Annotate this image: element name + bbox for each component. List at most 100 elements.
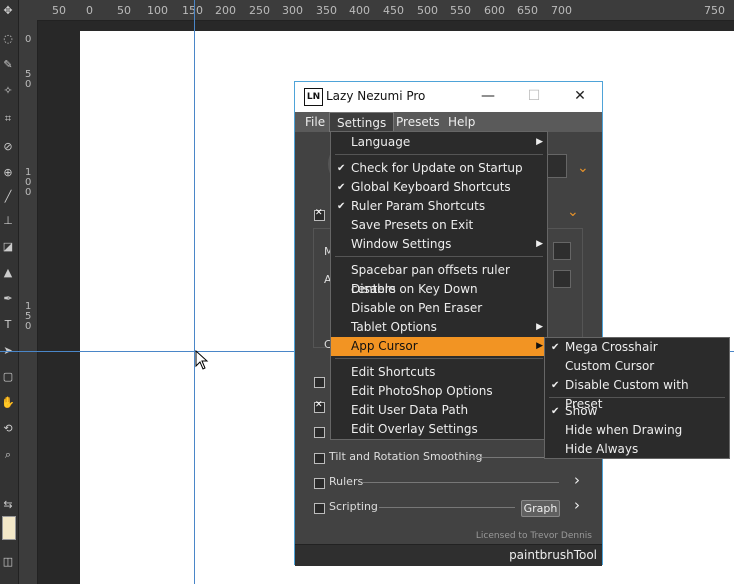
horizontal-ruler: 50 0 50 100 150 200 250 300 350 400 450 … <box>37 0 734 21</box>
submenu-item-mega-crosshair[interactable]: ✔ Mega Crosshair <box>545 338 729 357</box>
menu-item-edit-photoshop[interactable]: Edit PhotoShop Options <box>331 382 547 401</box>
hruler-label: 450 <box>383 4 404 17</box>
rotate-view-icon[interactable]: ⟲ <box>1 422 15 436</box>
menu-item-edit-overlay[interactable]: Edit Overlay Settings <box>331 420 547 439</box>
gradient-icon[interactable]: ▲ <box>1 266 15 280</box>
hruler-label: 50 <box>52 4 66 17</box>
quick-select-icon[interactable]: ✎ <box>1 58 15 72</box>
quick-mask-icon[interactable]: ◫ <box>1 555 15 569</box>
menu-item-spacebar-pan[interactable]: Spacebar pan offsets ruler centers <box>331 261 547 296</box>
checkmark-icon: ✔ <box>337 163 346 174</box>
eyedropper-icon[interactable]: ⊘ <box>1 140 15 154</box>
menu-separator <box>335 256 543 257</box>
param-spinner[interactable] <box>553 270 571 288</box>
hruler-label: 750 <box>704 4 725 17</box>
option-checkbox[interactable] <box>314 400 325 413</box>
scripting-expand-icon[interactable]: › <box>574 496 580 514</box>
app-cursor-submenu: ✔ Mega Crosshair Custom Cursor ✔ Disable C… <box>544 337 730 459</box>
rulers-label: Rulers <box>329 475 364 488</box>
close-button[interactable]: ✕ <box>560 85 600 107</box>
menu-item-save-presets[interactable]: Save Presets on Exit <box>331 216 547 235</box>
status-text: paintbrushTool <box>509 548 597 562</box>
checkmark-icon: ✔ <box>551 342 560 353</box>
vruler-label: 0 <box>25 34 32 45</box>
type-tool-icon[interactable]: T <box>1 318 15 332</box>
zoom-tool-icon[interactable]: ⌕ <box>1 448 15 462</box>
menu-item-global-shortcuts[interactable]: ✔ Global Keyboard Shortcuts <box>331 178 547 197</box>
license-text: Licensed to Trevor Dennis <box>475 531 592 541</box>
submenu-arrow-icon: ▶ <box>536 137 543 147</box>
menu-item-edit-shortcuts[interactable]: Edit Shortcuts <box>331 363 547 382</box>
brush-tool-icon[interactable]: ╱ <box>1 190 15 204</box>
app-logo-icon: LN <box>304 88 323 106</box>
submenu-item-custom-cursor[interactable]: Custom Cursor <box>545 357 729 376</box>
submenu-arrow-icon: ▶ <box>536 322 543 332</box>
submenu-item-hide-always[interactable]: Hide Always <box>545 440 729 459</box>
menu-item-ruler-shortcuts[interactable]: ✔ Ruler Param Shortcuts <box>331 197 547 216</box>
menu-item-language[interactable]: Language ▶ <box>331 133 547 152</box>
healing-icon[interactable]: ⊕ <box>1 166 15 180</box>
menu-item-window-settings[interactable]: Window Settings ▶ <box>331 235 547 254</box>
menu-item-app-cursor[interactable]: App Cursor ▶ <box>331 337 547 356</box>
hruler-label: 50 <box>117 4 131 17</box>
menu-presets[interactable]: Presets <box>389 112 447 132</box>
menu-item-disable-eraser[interactable]: Disable on Pen Eraser <box>331 299 547 318</box>
menu-item-check-update[interactable]: ✔ Check for Update on Startup <box>331 159 547 178</box>
eraser-icon[interactable]: ◪ <box>1 240 15 254</box>
vertical-ruler: 0 5 0 1 0 0 1 5 0 <box>19 0 38 584</box>
maximize-button[interactable]: ☐ <box>514 85 554 107</box>
graph-button[interactable]: Graph <box>521 500 560 517</box>
vertical-guide-line[interactable] <box>194 0 195 584</box>
checkmark-icon: ✔ <box>551 406 560 417</box>
hruler-label: 400 <box>349 4 370 17</box>
menu-help[interactable]: Help <box>441 112 482 132</box>
menu-bar: File Settings Presets Help <box>295 112 602 132</box>
menu-separator <box>335 358 543 359</box>
magic-wand-icon[interactable]: ✧ <box>1 84 15 98</box>
menu-settings[interactable]: Settings <box>329 112 395 132</box>
stabilizer-checkbox[interactable] <box>314 208 325 221</box>
row-divider <box>363 482 559 483</box>
scripting-checkbox[interactable] <box>314 503 325 514</box>
chevron-down-icon[interactable]: ⌄ <box>577 160 589 176</box>
move-tool-icon[interactable]: ✥ <box>1 4 15 18</box>
tilt-rotation-checkbox[interactable] <box>314 453 325 464</box>
window-titlebar[interactable]: LN Lazy Nezumi Pro — ☐ ✕ <box>295 82 602 112</box>
minimize-button[interactable]: — <box>468 85 508 107</box>
hruler-label: 600 <box>484 4 505 17</box>
menu-separator <box>335 154 543 155</box>
option-checkbox[interactable] <box>314 427 325 438</box>
option-checkbox[interactable] <box>314 377 325 388</box>
hand-tool-icon[interactable]: ✋ <box>1 396 15 410</box>
submenu-item-hide-drawing[interactable]: Hide when Drawing <box>545 421 729 440</box>
menu-separator <box>549 397 725 398</box>
lasso-tool-icon[interactable]: ◌ <box>1 32 15 46</box>
hruler-label: 150 <box>182 4 203 17</box>
stamp-tool-icon[interactable]: ⊥ <box>1 214 15 228</box>
row-divider <box>470 457 545 458</box>
checkmark-icon: ✔ <box>551 380 560 391</box>
swap-colors-icon[interactable]: ⇆ <box>1 498 15 512</box>
menu-file[interactable]: File <box>298 112 332 132</box>
vruler-label: 0 <box>25 321 32 332</box>
hruler-label: 500 <box>417 4 438 17</box>
foreground-color-swatch[interactable] <box>2 516 16 540</box>
shape-tool-icon[interactable]: ▢ <box>1 370 15 384</box>
hruler-label: 0 <box>86 4 93 17</box>
hruler-label: 650 <box>517 4 538 17</box>
menu-item-disable-keydown[interactable]: Disable on Key Down <box>331 280 547 299</box>
rulers-expand-icon[interactable]: › <box>574 471 580 489</box>
chevron-down-icon[interactable]: ⌄ <box>567 204 579 220</box>
menu-item-edit-userdata[interactable]: Edit User Data Path <box>331 401 547 420</box>
hruler-label: 350 <box>316 4 337 17</box>
rulers-checkbox[interactable] <box>314 478 325 489</box>
submenu-item-disable-custom[interactable]: ✔ Disable Custom with Preset <box>545 376 729 411</box>
hruler-label: 100 <box>147 4 168 17</box>
settings-dropdown-menu: Language ▶ ✔ Check for Update on Startup ✔… <box>330 131 548 440</box>
crop-tool-icon[interactable]: ⌗ <box>1 112 15 126</box>
param-dropdown[interactable] <box>553 242 571 260</box>
pen-tool-icon[interactable]: ✒ <box>1 292 15 306</box>
mouse-pointer-icon <box>195 350 209 370</box>
submenu-item-show[interactable]: ✔ Show <box>545 402 729 421</box>
menu-item-tablet-options[interactable]: Tablet Options ▶ <box>331 318 547 337</box>
